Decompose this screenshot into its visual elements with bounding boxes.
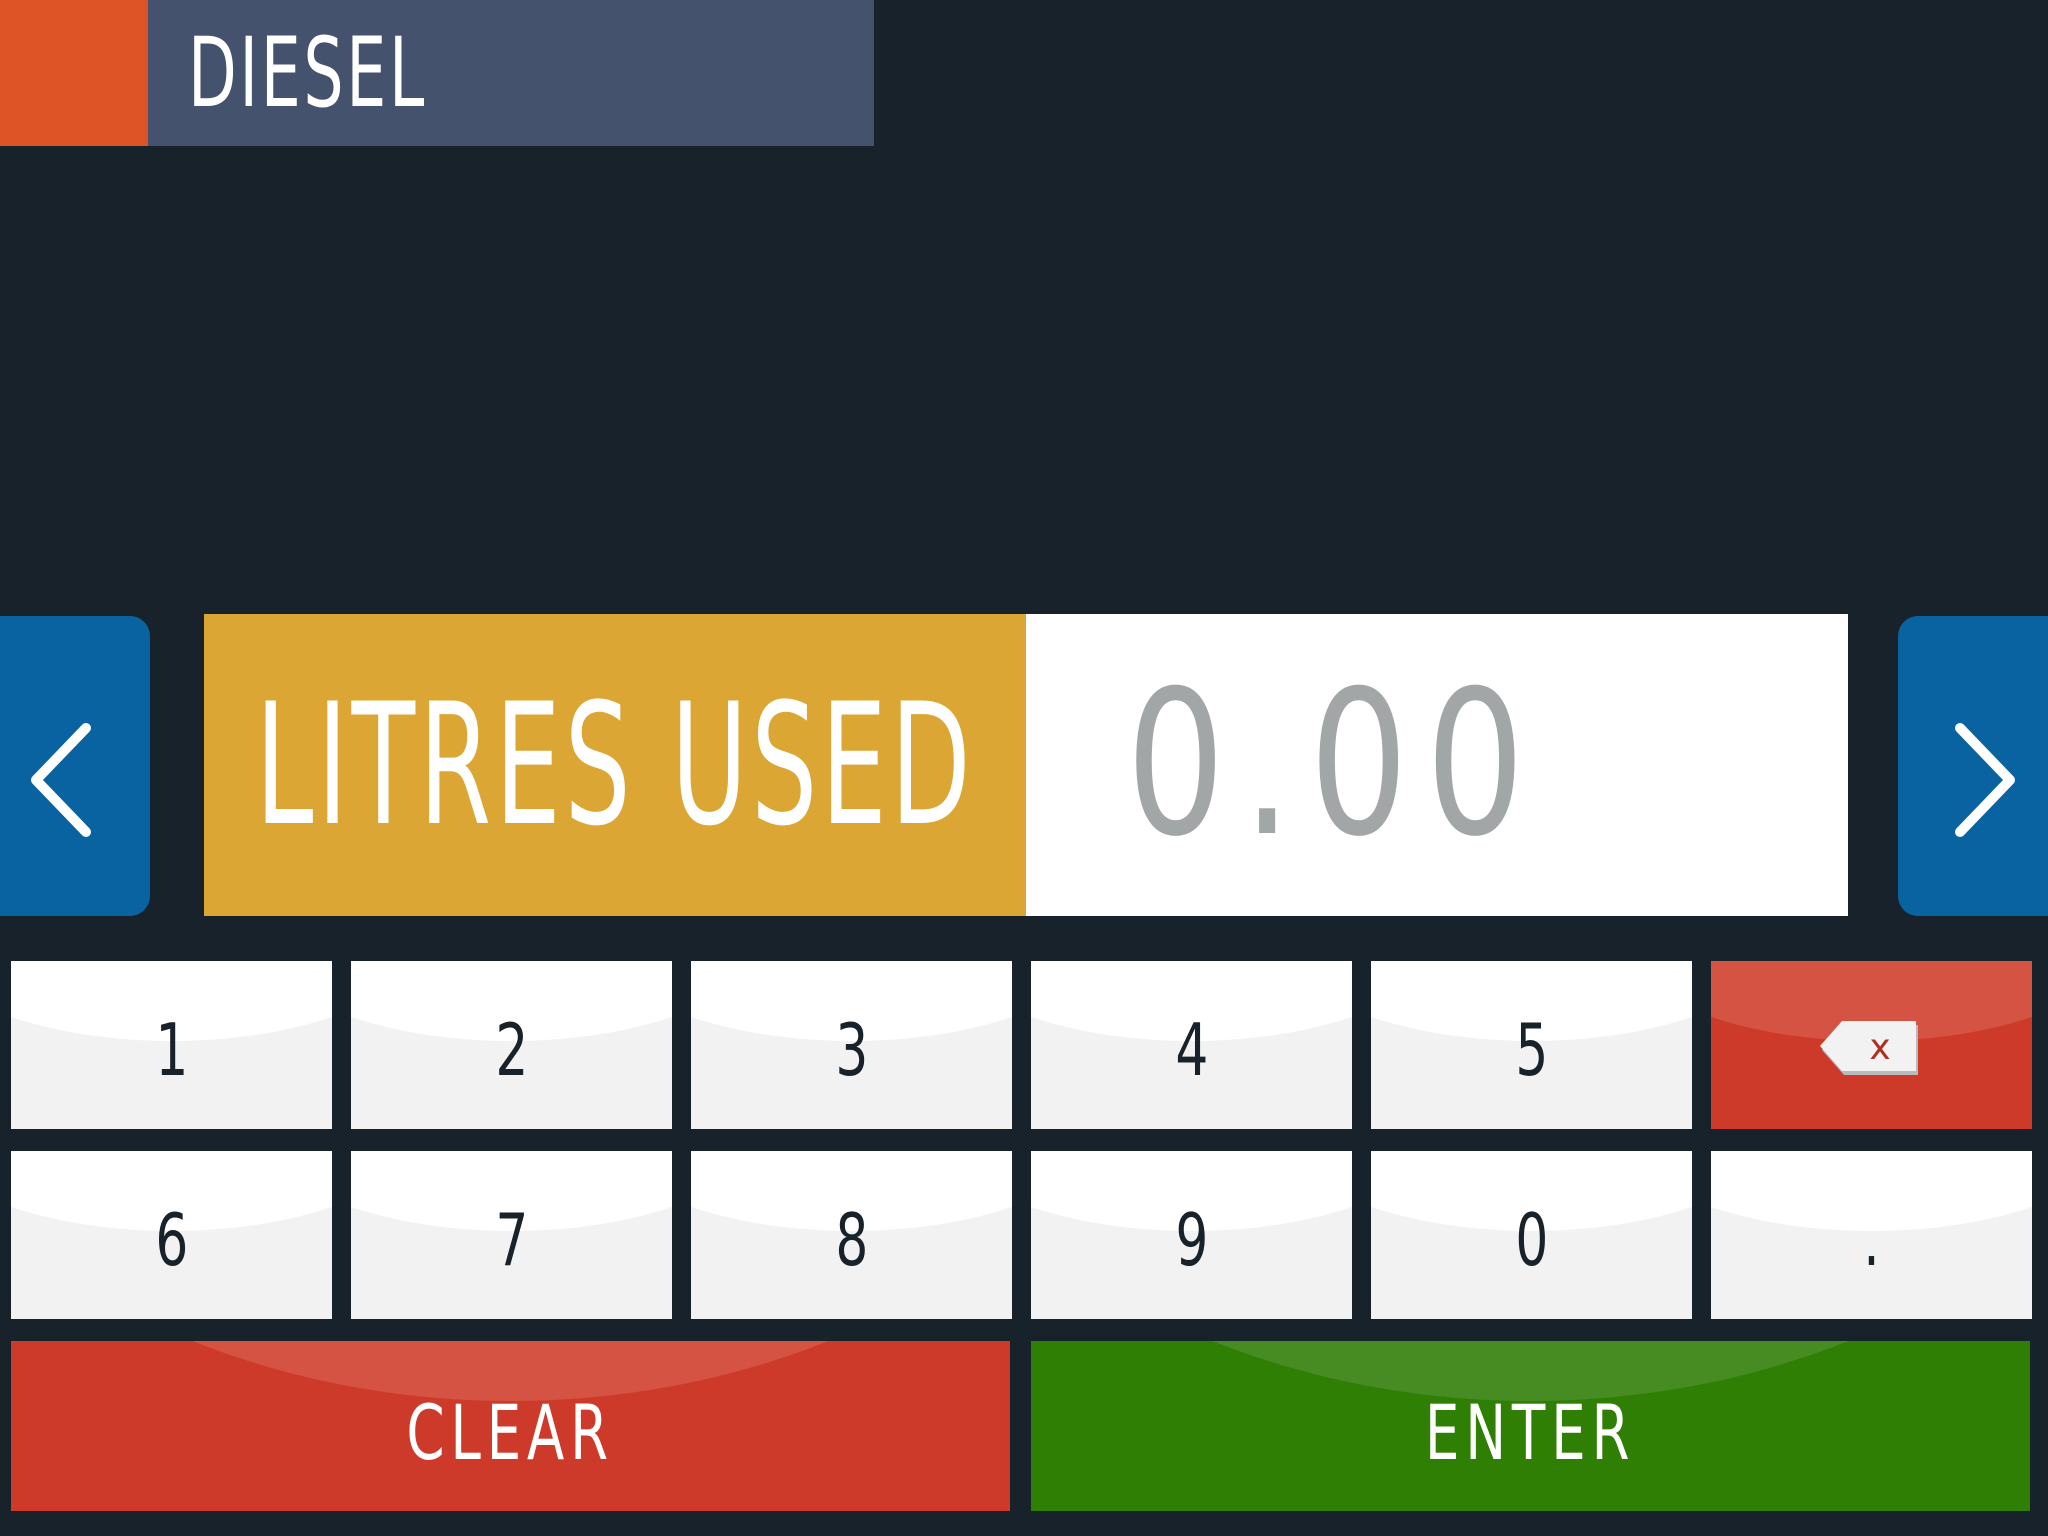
key-9[interactable]: 9 bbox=[1031, 1151, 1352, 1319]
clear-label: CLEAR bbox=[406, 1387, 615, 1477]
key-4[interactable]: 4 bbox=[1031, 961, 1352, 1129]
clear-button[interactable]: CLEAR bbox=[11, 1341, 1010, 1511]
key-6[interactable]: 6 bbox=[11, 1151, 332, 1319]
key-label: 2 bbox=[495, 1008, 528, 1092]
key-1[interactable]: 1 bbox=[11, 961, 332, 1129]
key-8[interactable]: 8 bbox=[691, 1151, 1012, 1319]
key-label: 8 bbox=[835, 1198, 868, 1282]
litres-value: 0.00 bbox=[1126, 648, 1542, 881]
key-label: 5 bbox=[1515, 1008, 1548, 1092]
key-label: 1 bbox=[155, 1008, 188, 1092]
backspace-glyph: x bbox=[1869, 1027, 1890, 1068]
header-accent-block bbox=[0, 0, 148, 146]
enter-label: ENTER bbox=[1425, 1387, 1636, 1477]
key-label: 0 bbox=[1515, 1198, 1548, 1282]
key-7[interactable]: 7 bbox=[351, 1151, 672, 1319]
key-2[interactable]: 2 bbox=[351, 961, 672, 1129]
litres-input[interactable]: 0.00 bbox=[1026, 614, 1848, 916]
field-label-box: LITRES USED bbox=[204, 614, 1026, 916]
backspace-icon: x bbox=[1819, 1021, 1918, 1075]
key-label: 3 bbox=[835, 1008, 868, 1092]
key-label: . bbox=[1863, 1198, 1880, 1282]
chevron-left-icon bbox=[31, 723, 91, 837]
page-title: DIESEL bbox=[188, 17, 427, 129]
previous-button[interactable] bbox=[0, 616, 150, 916]
key-label: 7 bbox=[495, 1198, 528, 1282]
key-5[interactable]: 5 bbox=[1371, 961, 1692, 1129]
backspace-button[interactable]: x bbox=[1711, 961, 2032, 1129]
field-label: LITRES USED bbox=[255, 667, 975, 863]
key-label: 9 bbox=[1175, 1198, 1208, 1282]
key-decimal[interactable]: . bbox=[1711, 1151, 2032, 1319]
enter-button[interactable]: ENTER bbox=[1031, 1341, 2030, 1511]
key-0[interactable]: 0 bbox=[1371, 1151, 1692, 1319]
key-label: 6 bbox=[155, 1198, 188, 1282]
next-button[interactable] bbox=[1898, 616, 2048, 916]
fuel-entry-screen: DIESEL LITRES USED 0.00 1 2 3 4 5 x 6 7 … bbox=[0, 0, 2048, 1536]
header-bar: DIESEL bbox=[148, 0, 874, 146]
chevron-right-icon bbox=[1955, 723, 2015, 837]
key-3[interactable]: 3 bbox=[691, 961, 1012, 1129]
key-label: 4 bbox=[1175, 1008, 1208, 1092]
